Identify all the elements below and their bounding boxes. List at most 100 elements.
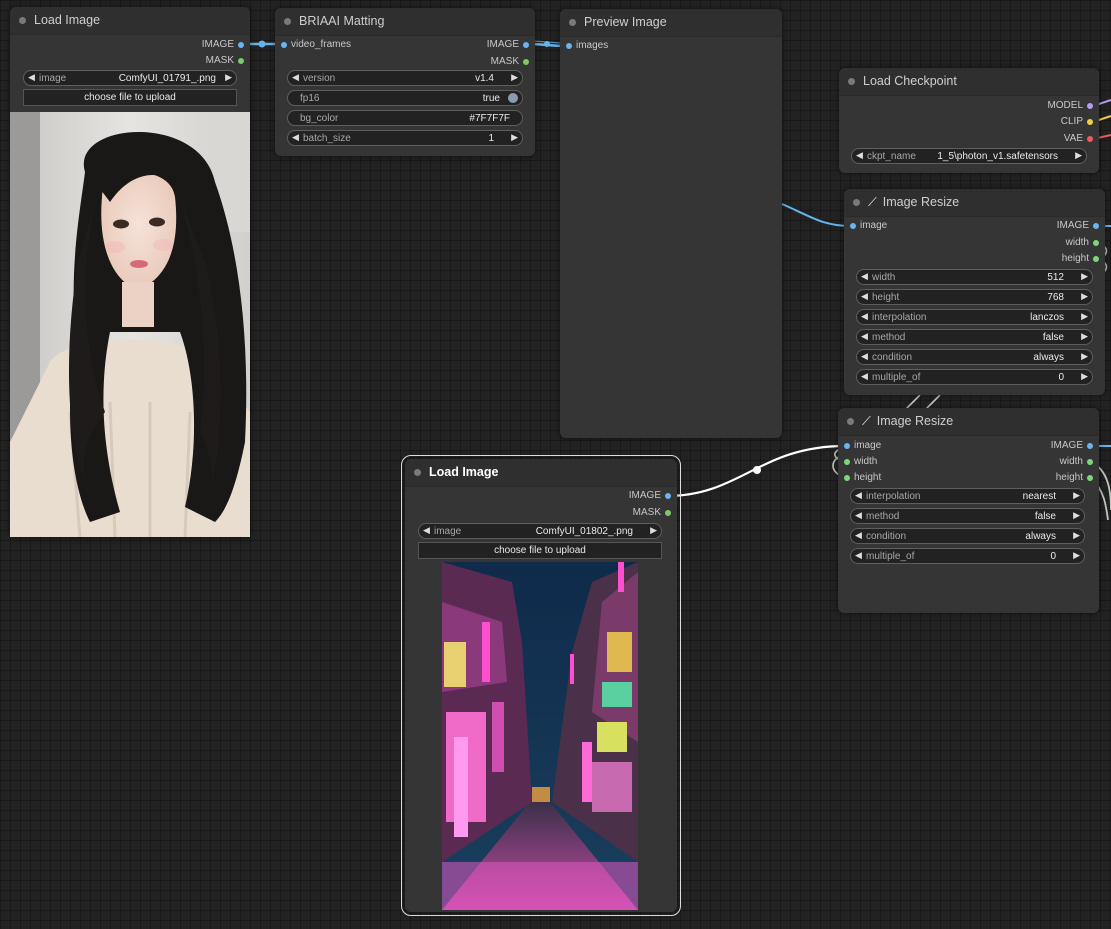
- arrow-left-icon[interactable]: ◀: [292, 132, 299, 143]
- node-header[interactable]: ⟋ Image Resize: [844, 189, 1105, 217]
- vae-slot-dot-icon[interactable]: [1087, 136, 1093, 142]
- int-slot-dot-icon[interactable]: [1087, 459, 1093, 465]
- fp16-toggle-widget[interactable]: fp16 true: [287, 90, 523, 106]
- arrow-right-icon[interactable]: ▶: [1081, 291, 1088, 302]
- mask-slot-dot-icon[interactable]: [665, 510, 671, 516]
- output-clip-slot[interactable]: CLIP: [839, 115, 1099, 129]
- load-checkpoint-node[interactable]: Load Checkpoint MODEL CLIP VAE ◀ ckpt_na…: [839, 68, 1099, 173]
- arrow-left-icon[interactable]: ◀: [861, 311, 868, 322]
- arrow-left-icon[interactable]: ◀: [861, 351, 868, 362]
- output-width-slot[interactable]: width: [838, 455, 1099, 469]
- choose-file-button[interactable]: choose file to upload: [418, 542, 662, 559]
- method-combo-widget[interactable]: ◀ method false ▶: [850, 508, 1085, 524]
- choose-file-button[interactable]: choose file to upload: [23, 89, 237, 106]
- collapse-toggle-icon[interactable]: [847, 418, 854, 425]
- arrow-right-icon[interactable]: ▶: [1073, 530, 1080, 541]
- image-resize-node-1[interactable]: ⟋ Image Resize image IMAGE width height ◀…: [844, 189, 1105, 395]
- output-mask-slot[interactable]: MASK: [10, 54, 250, 68]
- bg-color-text-widget[interactable]: bg_color #7F7F7F: [287, 110, 523, 126]
- arrow-right-icon[interactable]: ▶: [1081, 271, 1088, 282]
- mask-slot-dot-icon[interactable]: [523, 59, 529, 65]
- output-height-slot[interactable]: height: [838, 471, 1099, 485]
- arrow-left-icon[interactable]: ◀: [292, 72, 299, 83]
- condition-combo-widget[interactable]: ◀ condition always ▶: [856, 349, 1093, 365]
- collapse-toggle-icon[interactable]: [19, 17, 26, 24]
- arrow-left-icon[interactable]: ◀: [861, 271, 868, 282]
- arrow-right-icon[interactable]: ▶: [1075, 150, 1082, 161]
- node-header[interactable]: Load Checkpoint: [839, 68, 1099, 96]
- input-images-slot[interactable]: images: [560, 39, 710, 53]
- arrow-right-icon[interactable]: ▶: [650, 525, 657, 536]
- arrow-right-icon[interactable]: ▶: [225, 72, 232, 83]
- arrow-right-icon[interactable]: ▶: [1073, 550, 1080, 561]
- load-image-node-2[interactable]: Load Image IMAGE MASK ◀ image ComfyUI_01…: [401, 455, 681, 916]
- multiple-of-number-widget[interactable]: ◀ multiple_of 0 ▶: [850, 548, 1085, 564]
- output-mask-slot[interactable]: MASK: [275, 55, 535, 69]
- image-slot-dot-icon[interactable]: [523, 42, 529, 48]
- output-mask-slot[interactable]: MASK: [405, 506, 677, 520]
- image-slot-dot-icon[interactable]: [238, 42, 244, 48]
- output-model-slot[interactable]: MODEL: [839, 99, 1099, 113]
- collapse-toggle-icon[interactable]: [848, 78, 855, 85]
- arrow-right-icon[interactable]: ▶: [1081, 331, 1088, 342]
- arrow-left-icon[interactable]: ◀: [861, 371, 868, 382]
- arrow-right-icon[interactable]: ▶: [1081, 351, 1088, 362]
- batch-size-number-widget[interactable]: ◀ batch_size 1 ▶: [287, 130, 523, 146]
- arrow-left-icon[interactable]: ◀: [855, 510, 862, 521]
- load-image-node-1[interactable]: Load Image IMAGE MASK ◀ image ComfyUI_01…: [10, 7, 250, 537]
- node-header[interactable]: BRIAAI Matting: [275, 8, 535, 36]
- arrow-left-icon[interactable]: ◀: [855, 550, 862, 561]
- image-slot-dot-icon[interactable]: [665, 493, 671, 499]
- method-combo-widget[interactable]: ◀ method false ▶: [856, 329, 1093, 345]
- output-width-slot[interactable]: width: [844, 236, 1105, 250]
- node-header[interactable]: Load Image: [405, 459, 677, 487]
- int-slot-dot-icon[interactable]: [1093, 240, 1099, 246]
- interpolation-combo-widget[interactable]: ◀ interpolation lanczos ▶: [856, 309, 1093, 325]
- preview-image-node[interactable]: Preview Image images: [560, 9, 782, 438]
- arrow-left-icon[interactable]: ◀: [855, 530, 862, 541]
- arrow-right-icon[interactable]: ▶: [511, 132, 518, 143]
- node-header[interactable]: Preview Image: [560, 9, 782, 37]
- width-number-widget[interactable]: ◀ width 512 ▶: [856, 269, 1093, 285]
- toggle-knob-icon[interactable]: [508, 93, 518, 103]
- output-image-slot[interactable]: IMAGE: [844, 219, 1105, 233]
- ckpt-name-combo-widget[interactable]: ◀ ckpt_name 1_5\photon_v1.safetensors ▶: [851, 148, 1087, 164]
- arrow-right-icon[interactable]: ▶: [1081, 371, 1088, 382]
- arrow-left-icon[interactable]: ◀: [855, 490, 862, 501]
- image-resize-node-2[interactable]: ⟋ Image Resize image width height IMAGE w…: [838, 408, 1099, 613]
- collapse-toggle-icon[interactable]: [414, 469, 421, 476]
- arrow-left-icon[interactable]: ◀: [423, 525, 430, 536]
- mask-slot-dot-icon[interactable]: [238, 58, 244, 64]
- output-height-slot[interactable]: height: [844, 252, 1105, 266]
- output-image-slot[interactable]: IMAGE: [10, 38, 250, 52]
- interpolation-combo-widget[interactable]: ◀ interpolation nearest ▶: [850, 488, 1085, 504]
- image-combo-widget[interactable]: ◀ image ComfyUI_01802_.png ▶: [418, 523, 662, 539]
- clip-slot-dot-icon[interactable]: [1087, 119, 1093, 125]
- arrow-left-icon[interactable]: ◀: [856, 150, 863, 161]
- height-number-widget[interactable]: ◀ height 768 ▶: [856, 289, 1093, 305]
- collapse-toggle-icon[interactable]: [284, 18, 291, 25]
- arrow-right-icon[interactable]: ▶: [511, 72, 518, 83]
- int-slot-dot-icon[interactable]: [1093, 256, 1099, 262]
- version-combo-widget[interactable]: ◀ version v1.4 ▶: [287, 70, 523, 86]
- node-header[interactable]: ⟋ Image Resize: [838, 408, 1099, 436]
- briaai-matting-node[interactable]: BRIAAI Matting video_frames IMAGE MASK ◀…: [275, 8, 535, 156]
- arrow-right-icon[interactable]: ▶: [1073, 490, 1080, 501]
- condition-combo-widget[interactable]: ◀ condition always ▶: [850, 528, 1085, 544]
- output-image-slot[interactable]: IMAGE: [405, 489, 677, 503]
- model-slot-dot-icon[interactable]: [1087, 103, 1093, 109]
- image-slot-dot-icon[interactable]: [566, 43, 572, 49]
- multiple-of-number-widget[interactable]: ◀ multiple_of 0 ▶: [856, 369, 1093, 385]
- output-vae-slot[interactable]: VAE: [839, 132, 1099, 146]
- arrow-left-icon[interactable]: ◀: [28, 72, 35, 83]
- arrow-right-icon[interactable]: ▶: [1073, 510, 1080, 521]
- collapse-toggle-icon[interactable]: [569, 19, 576, 26]
- output-image-slot[interactable]: IMAGE: [838, 439, 1099, 453]
- output-image-slot[interactable]: IMAGE: [275, 38, 535, 52]
- image-combo-widget[interactable]: ◀ image ComfyUI_01791_.png ▶: [23, 70, 237, 86]
- int-slot-dot-icon[interactable]: [1087, 475, 1093, 481]
- collapse-toggle-icon[interactable]: [853, 199, 860, 206]
- arrow-right-icon[interactable]: ▶: [1081, 311, 1088, 322]
- arrow-left-icon[interactable]: ◀: [861, 331, 868, 342]
- node-header[interactable]: Load Image: [10, 7, 250, 35]
